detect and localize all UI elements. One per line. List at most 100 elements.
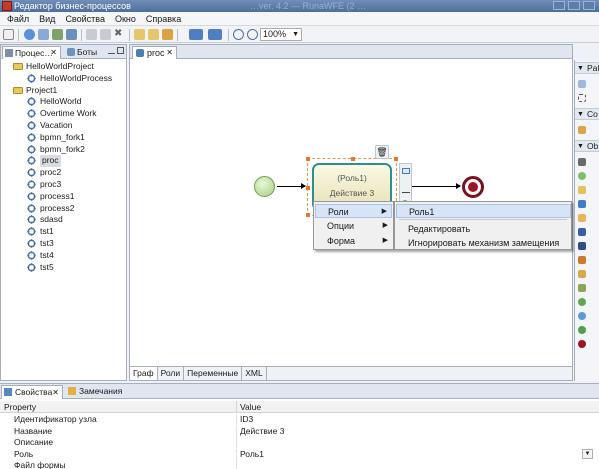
palette-section-connections[interactable]: ▼ Co [575,108,599,120]
palette-tool-icon[interactable] [578,158,586,166]
fork-tool-icon[interactable] [578,256,586,264]
sequence-flow[interactable] [412,183,461,189]
tab-processes[interactable]: Процес… ✕ [2,46,61,59]
tab-notes[interactable]: Замечания [66,385,128,399]
sequence-flow[interactable] [277,183,306,189]
subprocess-tool-icon[interactable] [578,200,586,208]
deploy-icon[interactable] [66,29,77,40]
undo-icon[interactable] [134,29,145,40]
tree-item-process[interactable]: HelloWorld [3,96,125,108]
close-icon[interactable]: ✕ [166,47,173,59]
task-tool-icon[interactable] [578,186,586,194]
window-controls[interactable] [553,1,595,10]
resize-handle[interactable] [306,186,310,190]
task-icon[interactable] [402,168,410,174]
tree-item-process[interactable]: process1 [3,191,125,203]
minimize-panel-icon[interactable] [108,47,115,54]
zoom-in-icon[interactable] [247,29,258,40]
tree-item-process[interactable]: proc3 [3,179,125,191]
select-tool-icon[interactable] [578,80,586,88]
align-vertical-icon[interactable] [208,29,222,40]
arrow-icon[interactable] [402,192,410,193]
new-icon[interactable] [3,29,14,40]
tree-item-process[interactable]: tst1 [3,226,125,238]
tab-graph[interactable]: Граф [130,367,158,380]
save-icon[interactable] [86,29,97,40]
tree-item-process[interactable]: process2 [3,203,125,215]
join-tool-icon[interactable] [578,270,586,278]
resize-handle[interactable] [351,157,355,161]
tree-item-process[interactable]: bpmn_fork1 [3,132,125,144]
menu-item-roles[interactable]: Роли ▶ [315,204,392,218]
export-icon[interactable] [52,29,63,40]
palette-section-objects[interactable]: ▼ Ob [575,140,599,152]
copy-icon[interactable] [162,29,173,40]
resize-handle[interactable] [306,213,310,217]
tree-item-project[interactable]: Project1 [3,85,125,97]
resize-handle[interactable] [394,157,398,161]
trash-icon[interactable]: 🗑 [375,145,389,159]
property-row[interactable]: Идентификатор узла ID3 [0,414,599,425]
timer-tool-icon[interactable] [578,284,586,292]
tree-item-process[interactable]: proc [3,155,125,168]
tree-item-process[interactable]: Vacation [3,120,125,132]
diagram-canvas[interactable]: (Роль1) Действие 3 🗑 Роли ▶ Опции ▶ Форм… [130,60,572,366]
save-all-icon[interactable] [100,29,111,40]
maximize-icon[interactable] [568,1,580,10]
parallel-gateway-tool-icon[interactable] [578,228,586,236]
send-message-tool-icon[interactable] [578,298,586,306]
transition-tool-icon[interactable] [578,126,586,134]
tree-item-project[interactable]: HelloWorldProject [3,61,125,73]
tree-item-process[interactable]: Overtime Work [3,108,125,120]
tree-item-process[interactable]: sdasd [3,214,125,226]
receive-message-tool-icon[interactable] [578,312,586,320]
tree-item-process[interactable]: proc2 [3,167,125,179]
tab-properties[interactable]: Свойства ✕ [1,385,63,399]
maximize-panel-icon[interactable] [117,47,124,54]
globe-icon[interactable] [24,29,35,40]
tree-item-process[interactable]: bpmn_fork2 [3,144,125,156]
tree-item-process[interactable]: HelloWorldProcess [3,73,125,85]
end-tool-icon[interactable] [578,340,586,348]
submenu-item-ignore-substitution[interactable]: Игнорировать механизм замещения [396,236,571,250]
menu-file[interactable]: Файл [2,14,34,24]
tree-item-process[interactable]: tst3 [3,238,125,250]
end-event[interactable] [462,176,484,198]
start-event[interactable] [254,176,275,197]
tab-bots[interactable]: Боты [65,46,105,59]
palette-header[interactable]: ▼ Pal [575,62,599,74]
tree-item-process[interactable]: tst4 [3,250,125,262]
tab-proc[interactable]: proc ✕ [132,46,177,59]
tab-roles[interactable]: Роли [158,367,185,380]
property-row[interactable]: Описание [0,437,599,448]
minimize-icon[interactable] [553,1,565,10]
multi-task-tool-icon[interactable] [578,214,586,222]
resize-handle[interactable] [306,157,310,161]
menu-properties[interactable]: Свойства [60,14,110,24]
chevron-down-icon[interactable]: ▼ [582,448,593,459]
property-row[interactable]: Файл формы [0,460,599,469]
delete-icon[interactable]: ✖ [114,29,125,40]
redo-icon[interactable] [148,29,159,40]
close-icon[interactable] [583,1,595,10]
menu-view[interactable]: Вид [34,14,60,24]
marquee-tool-icon[interactable] [578,94,586,102]
submenu-item-role1[interactable]: Роль1 [396,204,571,218]
close-icon[interactable]: ✕ [52,386,59,399]
tab-variables[interactable]: Переменные [184,367,243,380]
close-icon[interactable]: ✕ [50,47,57,59]
tab-xml[interactable]: XML [242,367,267,380]
menu-item-form[interactable]: Форма ▶ [315,234,392,248]
property-value[interactable]: ID3 [240,414,253,425]
tree-item-process[interactable]: tst5 [3,262,125,274]
align-horizontal-icon[interactable] [189,29,203,40]
property-row[interactable]: Название Действие 3 [0,425,599,437]
decision-tool-icon[interactable] [578,242,586,250]
menu-window[interactable]: Окно [110,14,141,24]
property-row[interactable]: Роль Роль1 ▼ [0,448,599,460]
script-tool-icon[interactable] [578,326,586,334]
menu-item-options[interactable]: Опции ▶ [315,219,392,233]
import-icon[interactable] [38,29,49,40]
property-value[interactable]: Действие 3 [240,426,284,437]
start-tool-icon[interactable] [578,172,586,180]
